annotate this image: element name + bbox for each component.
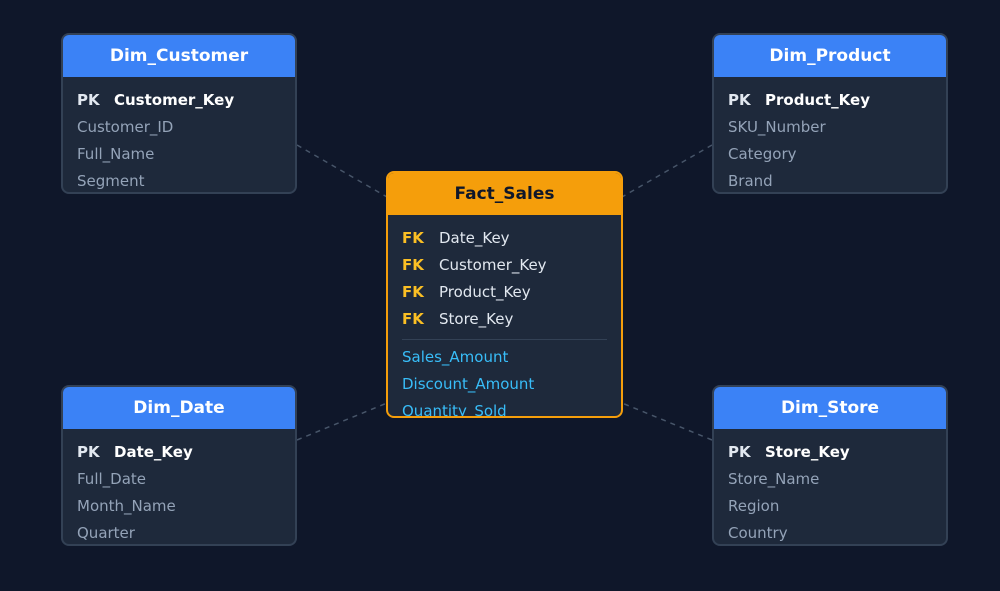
field-row: Category: [728, 145, 797, 163]
field-row: SKU_Number: [728, 118, 826, 136]
dim-store-title: Dim_Store: [714, 387, 946, 429]
fk-row: FK Product_Key: [402, 279, 607, 306]
fk-field: Date_Key: [439, 229, 510, 247]
measure-row: Sales_Amount: [402, 348, 509, 366]
dim-customer-fields: PK Customer_Key Customer_ID Full_Name Seg…: [63, 77, 295, 192]
fk-field: Product_Key: [439, 283, 531, 301]
fk-field: Store_Key: [439, 310, 514, 328]
fact-sales-fields: FK Date_Key FK Customer_Key FK Product_Key …: [388, 215, 621, 418]
pk-tag: PK: [77, 443, 100, 461]
fk-tag: FK: [402, 256, 424, 274]
dim-date-title: Dim_Date: [63, 387, 295, 429]
connector-date-fact: [296, 402, 388, 441]
fk-row: FK Store_Key: [402, 306, 607, 333]
dim-customer-pk-row: PK Customer_Key: [77, 87, 281, 114]
field-row: Full_Date: [77, 470, 147, 488]
fact-sales-table[interactable]: Fact_Sales FK Date_Key FK Customer_Key FK P…: [386, 171, 623, 418]
fk-tag: FK: [402, 283, 424, 301]
dim-date-table[interactable]: Dim_Date PK Date_Key Full_Date Month_Name…: [61, 385, 297, 546]
field-row: Full_Name: [77, 145, 155, 163]
field-row: Region: [728, 497, 780, 515]
dim-product-fields: PK Product_Key SKU_Number Category Brand: [714, 77, 946, 192]
dim-store-fields: PK Store_Key Store_Name Region Country: [714, 429, 946, 544]
pk-tag: PK: [728, 91, 751, 109]
fk-tag: FK: [402, 229, 424, 247]
dim-customer-title: Dim_Customer: [63, 35, 295, 77]
field-row: Store_Name: [728, 470, 820, 488]
fk-row: FK Customer_Key: [402, 252, 607, 279]
connector-product-fact: [621, 144, 713, 198]
connector-customer-fact: [296, 144, 388, 198]
dim-store-pk-row: PK Store_Key: [728, 439, 932, 466]
pk-tag: PK: [728, 443, 751, 461]
dim-store-table[interactable]: Dim_Store PK Store_Key Store_Name Region …: [712, 385, 948, 546]
field-row: Country: [728, 524, 788, 542]
dim-date-fields: PK Date_Key Full_Date Month_Name Quarter: [63, 429, 295, 544]
fact-sales-title: Fact_Sales: [388, 173, 621, 215]
field-row: Segment: [77, 172, 145, 190]
field-row: Customer_ID: [77, 118, 174, 136]
dim-date-pk-row: PK Date_Key: [77, 439, 281, 466]
field-row: Quarter: [77, 524, 135, 542]
fk-tag: FK: [402, 310, 424, 328]
pk-field: Customer_Key: [114, 91, 235, 109]
dim-product-pk-row: PK Product_Key: [728, 87, 932, 114]
pk-field: Product_Key: [765, 91, 870, 109]
fk-field: Customer_Key: [439, 256, 547, 274]
dim-product-title: Dim_Product: [714, 35, 946, 77]
measure-row: Quantity_Sold: [402, 402, 507, 418]
fk-row: FK Date_Key: [402, 225, 607, 252]
pk-field: Store_Key: [765, 443, 850, 461]
field-row: Brand: [728, 172, 773, 190]
pk-field: Date_Key: [114, 443, 193, 461]
dim-customer-table[interactable]: Dim_Customer PK Customer_Key Customer_ID …: [61, 33, 297, 194]
dim-product-table[interactable]: Dim_Product PK Product_Key SKU_Number Cat…: [712, 33, 948, 194]
keys-measures-divider: [402, 339, 607, 340]
measure-row: Discount_Amount: [402, 375, 535, 393]
pk-tag: PK: [77, 91, 100, 109]
connector-store-fact: [621, 402, 713, 441]
field-row: Month_Name: [77, 497, 176, 515]
